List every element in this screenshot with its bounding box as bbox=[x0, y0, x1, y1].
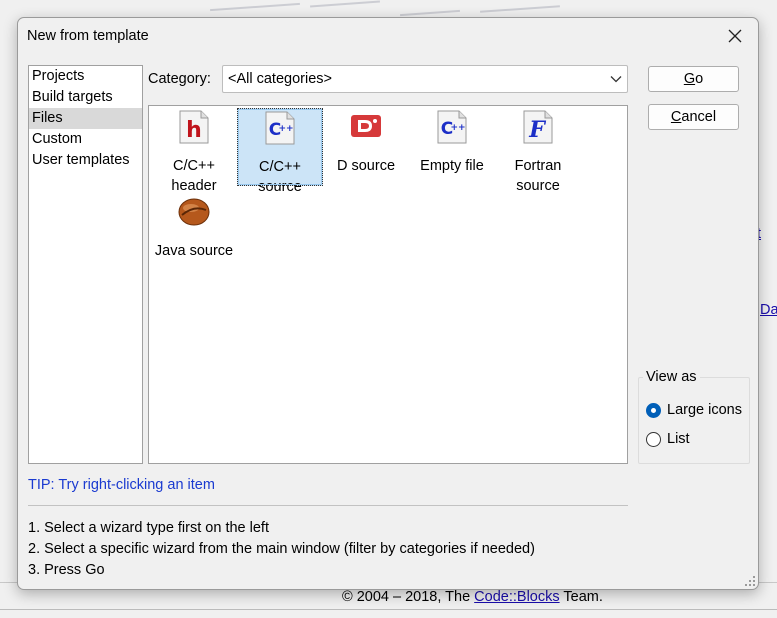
instruction-step: 1. Select a wizard type first on the lef… bbox=[28, 520, 269, 536]
wizard-type-custom[interactable]: Custom bbox=[29, 129, 142, 150]
cpp-header-icon: h bbox=[179, 110, 209, 144]
wizard-type-projects[interactable]: Projects bbox=[29, 66, 142, 87]
wizard-java-source[interactable]: Java source bbox=[151, 193, 237, 261]
wizard-type-user-templates[interactable]: User templates bbox=[29, 150, 142, 171]
wizard-label: C/C++ source bbox=[258, 159, 302, 195]
svg-text:h: h bbox=[186, 118, 202, 143]
d-source-icon bbox=[351, 115, 381, 137]
dialog-title: New from template bbox=[27, 28, 149, 44]
new-from-template-dialog: New from template Projects Build targets… bbox=[17, 17, 759, 590]
wizard-label: Empty file bbox=[420, 158, 484, 174]
instruction-step: 2. Select a specific wizard from the mai… bbox=[28, 541, 535, 557]
view-as-group: View as Large icons List bbox=[638, 369, 750, 464]
close-button[interactable] bbox=[712, 18, 758, 54]
wizard-type-build-targets[interactable]: Build targets bbox=[29, 87, 142, 108]
view-as-legend: View as bbox=[643, 369, 700, 385]
codeblocks-link[interactable]: Code::Blocks bbox=[474, 589, 559, 605]
wizard-icon-view: h C/C++ header C ++ C/C++ source D source bbox=[148, 105, 628, 464]
fortran-source-icon: F bbox=[523, 110, 553, 144]
wizard-type-list[interactable]: Projects Build targets Files Custom User… bbox=[28, 65, 143, 464]
wizard-label: Fortran source bbox=[514, 158, 562, 194]
large-icons-radio[interactable]: Large icons bbox=[646, 402, 742, 418]
copyright-text: © 2004 – 2018, The Code::Blocks Team. bbox=[342, 589, 603, 605]
java-source-icon bbox=[178, 198, 210, 226]
radio-checked-icon bbox=[646, 402, 661, 418]
divider bbox=[28, 505, 628, 506]
resize-grip-icon[interactable] bbox=[745, 576, 755, 586]
svg-text:F: F bbox=[528, 117, 546, 143]
category-dropdown[interactable]: <All categories> bbox=[222, 65, 628, 93]
instruction-step: 3. Press Go bbox=[28, 562, 105, 578]
wizard-label: Java source bbox=[154, 243, 234, 259]
instructions: 1. Select a wizard type first on the lef… bbox=[28, 518, 535, 581]
wizard-label: D source bbox=[336, 158, 396, 174]
go-button[interactable]: Go bbox=[648, 66, 739, 92]
cancel-button[interactable]: Cancel bbox=[648, 104, 739, 130]
category-dropdown-value: <All categories> bbox=[228, 71, 332, 87]
svg-text:++: ++ bbox=[278, 124, 293, 134]
category-label: Category: bbox=[148, 71, 211, 87]
wizard-empty-file[interactable]: C ++ Empty file bbox=[409, 108, 495, 176]
svg-text:++: ++ bbox=[450, 123, 465, 133]
wizard-cpp-source[interactable]: C ++ C/C++ source bbox=[237, 108, 323, 195]
empty-file-icon: C ++ bbox=[437, 110, 467, 144]
list-radio[interactable]: List bbox=[646, 431, 690, 447]
radio-unchecked-icon bbox=[646, 431, 661, 447]
close-icon bbox=[728, 29, 742, 43]
chevron-down-icon bbox=[610, 76, 622, 83]
background-link[interactable]: Da bbox=[760, 302, 777, 318]
wizard-cpp-header[interactable]: h C/C++ header bbox=[151, 108, 237, 196]
wizard-type-files[interactable]: Files bbox=[29, 108, 142, 129]
wizard-d-source[interactable]: D source bbox=[323, 108, 409, 176]
wizard-label: C/C++ header bbox=[171, 158, 217, 194]
tip-text: TIP: Try right-clicking an item bbox=[28, 477, 215, 493]
wizard-fortran-source[interactable]: F Fortran source bbox=[495, 108, 581, 196]
cpp-source-icon: C ++ bbox=[265, 111, 295, 145]
